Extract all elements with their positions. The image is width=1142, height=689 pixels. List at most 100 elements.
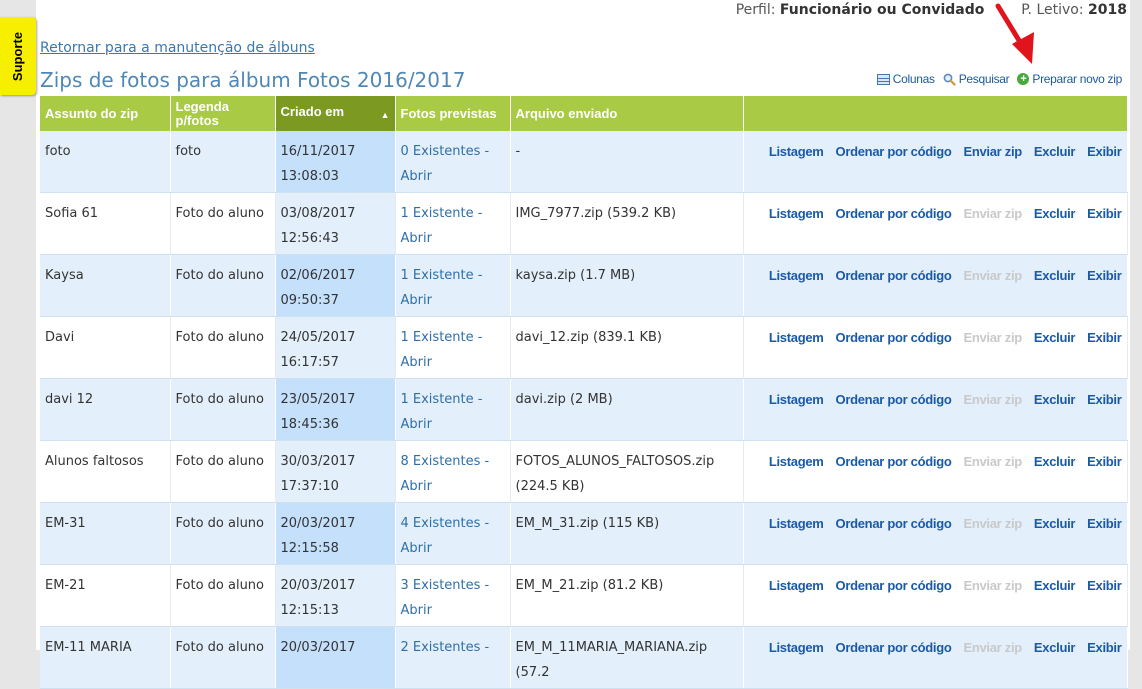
show-button[interactable]: Exibir (1087, 516, 1122, 531)
cell-photos: 1 Existente - Abrir (395, 316, 511, 379)
send-zip-button[interactable]: Enviar zip (963, 144, 1022, 159)
cell-subject: foto (40, 131, 171, 193)
cell-file: kaysa.zip (1.7 MB) (510, 254, 744, 317)
created-time: 13:08:03 (280, 169, 339, 184)
show-button[interactable]: Exibir (1087, 268, 1122, 283)
header-created[interactable]: Criado em ▲ (275, 96, 396, 131)
photos-link[interactable]: 1 Existente - (401, 325, 505, 350)
order-by-code-button[interactable]: Ordenar por código (836, 392, 952, 407)
cell-subject: Davi (40, 316, 171, 379)
order-by-code-button[interactable]: Ordenar por código (836, 640, 952, 655)
open-link[interactable]: Abrir (401, 350, 505, 375)
open-link[interactable]: Abrir (401, 474, 505, 499)
list-button[interactable]: Listagem (769, 206, 824, 221)
order-by-code-button[interactable]: Ordenar por código (836, 144, 952, 159)
list-button[interactable]: Listagem (769, 392, 824, 407)
cell-caption: foto (170, 131, 276, 193)
created-date: 02/06/2017 (280, 268, 356, 283)
order-by-code-button[interactable]: Ordenar por código (836, 578, 952, 593)
cell-created: 03/08/2017 12:56:43 (275, 192, 396, 255)
created-date: 16/11/2017 (280, 144, 356, 159)
photos-link[interactable]: 8 Existentes - (401, 449, 505, 474)
order-by-code-button[interactable]: Ordenar por código (836, 516, 952, 531)
cell-file: EM_M_31.zip (115 KB) (510, 502, 744, 565)
list-button[interactable]: Listagem (769, 516, 824, 531)
delete-button[interactable]: Excluir (1034, 392, 1076, 407)
header-file[interactable]: Arquivo enviado (510, 96, 744, 131)
table-row: Sofia 61 Foto do aluno 03/08/2017 12:56:43 1… (40, 192, 1128, 255)
order-by-code-button[interactable]: Ordenar por código (836, 330, 952, 345)
open-link[interactable]: Abrir (401, 226, 505, 251)
cell-actions: Listagem Ordenar por código Enviar zip Excl… (743, 626, 1128, 689)
delete-button[interactable]: Excluir (1034, 454, 1076, 469)
open-link[interactable]: Abrir (401, 288, 505, 313)
cell-photos: 8 Existentes - Abrir (395, 440, 511, 503)
open-link[interactable]: Abrir (401, 412, 505, 437)
file-name: davi.zip (2 MB) (515, 392, 613, 407)
delete-button[interactable]: Excluir (1034, 144, 1076, 159)
table-row: EM-11 MARIA Foto do aluno 20/03/2017 2 Exis… (40, 626, 1128, 689)
list-button[interactable]: Listagem (769, 268, 824, 283)
order-by-code-button[interactable]: Ordenar por código (836, 268, 952, 283)
list-button[interactable]: Listagem (769, 144, 824, 159)
magnifier-icon (943, 73, 956, 86)
cell-file: FOTOS_ALUNOS_FALTOSOS.zip (224.5 KB) (510, 440, 744, 503)
delete-button[interactable]: Excluir (1034, 640, 1076, 655)
file-name: EM_M_11MARIA_MARIANA.zip (57.2 (515, 640, 708, 680)
file-name: IMG_7977.zip (539.2 KB) (515, 206, 677, 221)
open-link[interactable]: Abrir (401, 536, 505, 561)
support-tab[interactable]: Suporte (0, 17, 36, 95)
cell-file: davi_12.zip (839.1 KB) (510, 316, 744, 379)
show-button[interactable]: Exibir (1087, 578, 1122, 593)
header-actions (743, 96, 1128, 131)
cell-caption: Foto do aluno (170, 440, 276, 503)
show-button[interactable]: Exibir (1087, 392, 1122, 407)
show-button[interactable]: Exibir (1087, 640, 1122, 655)
delete-button[interactable]: Excluir (1034, 206, 1076, 221)
cell-photos: 4 Existentes - Abrir (395, 502, 511, 565)
list-button[interactable]: Listagem (769, 330, 824, 345)
send-zip-button: Enviar zip (963, 516, 1022, 531)
list-button[interactable]: Listagem (769, 640, 824, 655)
photos-link[interactable]: 1 Existente - (401, 201, 505, 226)
show-button[interactable]: Exibir (1087, 206, 1122, 221)
columns-button[interactable]: Colunas (876, 72, 935, 86)
search-label: Pesquisar (958, 72, 1010, 86)
photos-link[interactable]: 0 Existentes - (401, 139, 505, 164)
table-row: foto foto 16/11/2017 13:08:03 0 Existentes -… (40, 131, 1128, 193)
header-subject[interactable]: Assunto do zip (40, 96, 171, 131)
photos-link[interactable]: 4 Existentes - (401, 511, 505, 536)
header-photos[interactable]: Fotos previstas (395, 96, 511, 131)
created-date: 24/05/2017 (280, 330, 356, 345)
delete-button[interactable]: Excluir (1034, 516, 1076, 531)
photos-link[interactable]: 1 Existente - (401, 263, 505, 288)
photos-link[interactable]: 3 Existentes - (401, 573, 505, 598)
delete-button[interactable]: Excluir (1034, 268, 1076, 283)
show-button[interactable]: Exibir (1087, 330, 1122, 345)
cell-caption: Foto do aluno (170, 316, 276, 379)
list-button[interactable]: Listagem (769, 454, 824, 469)
photos-link[interactable]: 2 Existentes - (401, 635, 505, 660)
window-scrollbar[interactable] (1130, 0, 1142, 650)
order-by-code-button[interactable]: Ordenar por código (836, 206, 952, 221)
file-name: - (515, 144, 521, 159)
show-button[interactable]: Exibir (1087, 454, 1122, 469)
open-link[interactable]: Abrir (401, 598, 505, 623)
list-button[interactable]: Listagem (769, 578, 824, 593)
cell-file: EM_M_21.zip (81.2 KB) (510, 564, 744, 627)
cell-caption: Foto do aluno (170, 564, 276, 627)
send-zip-button: Enviar zip (963, 268, 1022, 283)
back-to-albums-link[interactable]: Retornar para a manutenção de álbuns (40, 40, 315, 56)
header-caption[interactable]: Legenda p/fotos (170, 96, 276, 131)
show-button[interactable]: Exibir (1087, 144, 1122, 159)
delete-button[interactable]: Excluir (1034, 330, 1076, 345)
created-date: 30/03/2017 (280, 454, 356, 469)
zips-table: Assunto do zip Legenda p/fotos Criado em… (40, 96, 1128, 689)
new-zip-button[interactable]: + Preparar novo zip (1017, 72, 1122, 86)
photos-link[interactable]: 1 Existente - (401, 387, 505, 412)
open-link[interactable]: Abrir (401, 164, 505, 189)
cell-created: 30/03/2017 17:37:10 (275, 440, 396, 503)
search-button[interactable]: Pesquisar (943, 72, 1010, 86)
delete-button[interactable]: Excluir (1034, 578, 1076, 593)
order-by-code-button[interactable]: Ordenar por código (836, 454, 952, 469)
